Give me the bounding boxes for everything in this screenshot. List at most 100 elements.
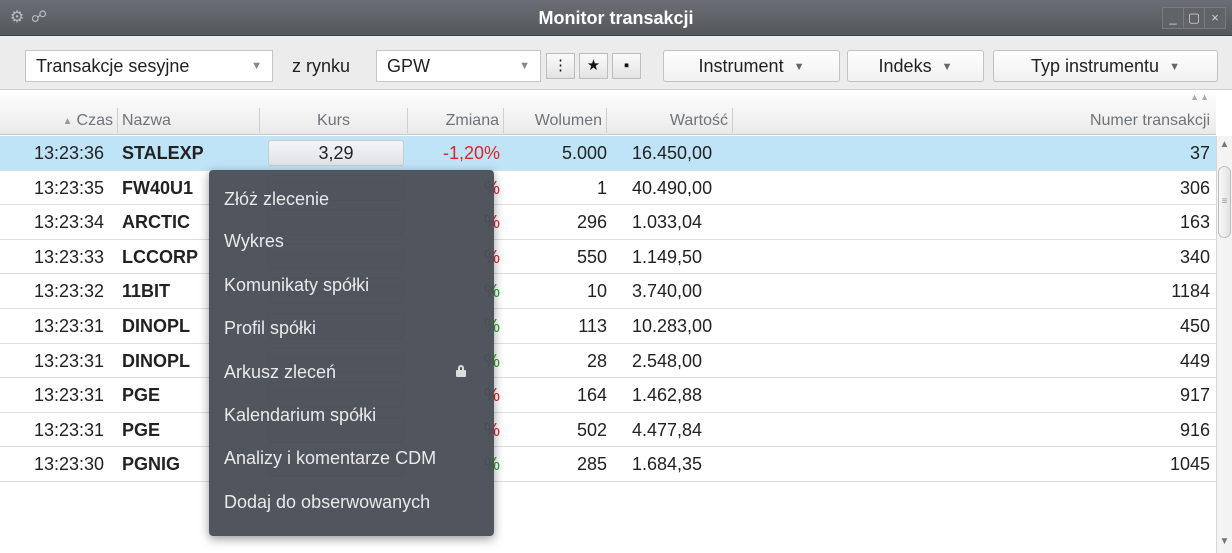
change-cell: -1,20% bbox=[442, 143, 500, 163]
window-controls: _ ▢ × bbox=[1162, 7, 1226, 29]
value-cell: 1.684,35 bbox=[632, 454, 703, 475]
close-button[interactable]: × bbox=[1204, 7, 1226, 29]
context-menu-item[interactable]: Arkusz zleceń bbox=[224, 359, 484, 385]
column-header-numer[interactable]: Numer transakcji bbox=[733, 108, 1214, 133]
time-cell: 13:23:31 bbox=[34, 315, 105, 336]
table-row[interactable]: 13:23:30PGNIG%2851.684,351045 bbox=[0, 447, 1216, 482]
market-select[interactable]: GPW ▼ bbox=[376, 50, 541, 82]
value-cell: 10.283,00 bbox=[632, 315, 713, 336]
column-header-czas[interactable]: ▲ Czas bbox=[0, 108, 118, 133]
transaction-number-cell: 1045 bbox=[1169, 454, 1210, 475]
table-row[interactable]: 13:23:34ARCTIC%2961.033,04163 bbox=[0, 205, 1216, 240]
chevron-down-icon: ▼ bbox=[251, 60, 262, 72]
minimize-button[interactable]: _ bbox=[1162, 7, 1184, 29]
table-row[interactable]: 13:23:33LCCORP%5501.149,50340 bbox=[0, 239, 1216, 275]
table-row[interactable]: 13:23:3211BIT%103.740,001184 bbox=[0, 274, 1216, 309]
column-header-kurs[interactable]: Kurs bbox=[260, 108, 408, 133]
scrollbar-thumb[interactable]: ≡ bbox=[1218, 166, 1231, 238]
name-cell: 11BIT bbox=[122, 281, 171, 302]
context-menu-item[interactable]: Złóż zlecenie bbox=[224, 186, 484, 212]
table-header: ▲ Czas Nazwa Kurs Zmiana Wolumen Wartość … bbox=[0, 91, 1216, 135]
scroll-up-icon[interactable]: ▲ bbox=[1217, 136, 1232, 154]
name-cell: LCCORP bbox=[122, 246, 198, 267]
volume-cell: 502 bbox=[576, 419, 607, 440]
time-cell: 13:23:34 bbox=[34, 212, 105, 233]
context-menu-item-label: Analizy i komentarze CDM bbox=[224, 448, 437, 468]
name-cell: PGE bbox=[122, 419, 161, 440]
maximize-button[interactable]: ▢ bbox=[1183, 7, 1205, 29]
table-row[interactable]: 13:23:36 STALEXP 3,29 -1,20% 5.000 16.450,00 3… bbox=[0, 136, 1216, 171]
type-filter-label: Typ instrumentu bbox=[1031, 56, 1160, 76]
context-menu-item-label: Kalendarium spółki bbox=[224, 405, 377, 425]
name-cell: PGNIG bbox=[122, 454, 181, 475]
transaction-number-cell: 340 bbox=[1179, 246, 1210, 267]
sort-ascending-icon: ▲ bbox=[62, 116, 73, 127]
column-header-nazwa[interactable]: Nazwa bbox=[118, 108, 260, 133]
toolbar: Transakcje sesyjne ▼ z rynku GPW ▼ ⋮ ★ ▪… bbox=[0, 36, 1232, 90]
time-cell: 13:23:33 bbox=[34, 246, 105, 267]
session-select[interactable]: Transakcje sesyjne ▼ bbox=[25, 50, 273, 82]
time-cell: 13:23:31 bbox=[34, 385, 105, 406]
table-row[interactable]: 13:23:31PGE%5024.477,84916 bbox=[0, 412, 1216, 448]
name-cell: FW40U1 bbox=[122, 177, 194, 198]
windows-icon[interactable]: ▪ bbox=[612, 53, 641, 79]
session-select-value: Transakcje sesyjne bbox=[36, 56, 190, 76]
column-header-wolumen[interactable]: Wolumen bbox=[504, 108, 607, 133]
context-menu-item[interactable]: Profil spółki bbox=[224, 315, 484, 341]
value-cell: 1.033,04 bbox=[632, 212, 703, 233]
context-menu-item[interactable]: Analizy i komentarze CDM bbox=[224, 445, 484, 471]
name-cell: ARCTIC bbox=[122, 212, 190, 233]
context-menu-item-label: Komunikaty spółki bbox=[224, 275, 370, 295]
star-icon[interactable]: ★ bbox=[579, 53, 608, 79]
time-cell: 13:23:35 bbox=[34, 177, 105, 198]
transaction-number-cell: 917 bbox=[1179, 385, 1210, 406]
vertical-scrollbar[interactable]: ▲ ≡ ▼ bbox=[1216, 136, 1232, 553]
volume-cell: 113 bbox=[578, 315, 607, 336]
more-vertical-icon[interactable]: ⋮ bbox=[546, 53, 575, 79]
table-row[interactable]: 13:23:31DINOPL%11310.283,00450 bbox=[0, 308, 1216, 344]
name-cell: PGE bbox=[122, 385, 161, 406]
volume-cell: 1 bbox=[596, 177, 607, 198]
value-cell: 2.548,00 bbox=[632, 350, 703, 371]
context-menu-item-label: Złóż zlecenie bbox=[224, 189, 330, 209]
chevron-down-icon: ▼ bbox=[941, 61, 953, 73]
column-header-wartosc[interactable]: Wartość bbox=[607, 108, 733, 133]
column-header-zmiana[interactable]: Zmiana bbox=[408, 108, 504, 133]
table-row[interactable]: 13:23:31DINOPL%282.548,00449 bbox=[0, 343, 1216, 379]
instrument-filter-button[interactable]: Instrument ▼ bbox=[663, 50, 840, 82]
table-row[interactable]: 13:23:35FW40U1%140.490,00306 bbox=[0, 170, 1216, 206]
window-title: Monitor transakcji bbox=[538, 8, 694, 28]
value-cell: 40.490,00 bbox=[632, 177, 713, 198]
transaction-number-cell: 163 bbox=[1179, 212, 1210, 233]
volume-cell: 550 bbox=[576, 246, 607, 267]
index-filter-label: Indeks bbox=[878, 56, 932, 76]
index-filter-button[interactable]: Indeks ▼ bbox=[847, 50, 984, 82]
context-menu-item[interactable]: Kalendarium spółki bbox=[224, 402, 484, 428]
transactions-table: 13:23:36 STALEXP 3,29 -1,20% 5.000 16.450,00 3… bbox=[0, 136, 1216, 482]
value-cell: 3.740,00 bbox=[632, 281, 703, 302]
volume-cell: 164 bbox=[576, 385, 607, 406]
table-row[interactable]: 13:23:31PGE%1641.462,88917 bbox=[0, 378, 1216, 413]
name-cell: DINOPL bbox=[122, 315, 191, 336]
context-menu-item-label: Arkusz zleceń bbox=[224, 362, 337, 382]
chevron-down-icon: ▼ bbox=[519, 60, 530, 72]
name-cell: STALEXP bbox=[122, 143, 204, 163]
kurs-cell[interactable]: 3,29 bbox=[268, 140, 404, 166]
title-bar: ⚙ ☍ Monitor transakcji _ ▢ × bbox=[0, 0, 1232, 36]
transaction-number-cell: 449 bbox=[1179, 350, 1210, 371]
transaction-number-cell: 1184 bbox=[1171, 281, 1210, 302]
chevron-down-icon: ▼ bbox=[1169, 61, 1180, 73]
time-cell: 13:23:31 bbox=[34, 419, 105, 440]
context-menu-item[interactable]: Komunikaty spółki bbox=[224, 272, 484, 298]
context-menu-item[interactable]: Wykres bbox=[224, 228, 484, 254]
transaction-number-cell: 916 bbox=[1179, 419, 1210, 440]
value-cell: 1.462,88 bbox=[632, 385, 703, 406]
volume-cell: 296 bbox=[576, 212, 607, 233]
value-cell: 1.149,50 bbox=[632, 246, 703, 267]
scroll-down-icon[interactable]: ▼ bbox=[1217, 533, 1232, 551]
column-chooser-icon[interactable]: ▲▲ bbox=[1190, 92, 1210, 102]
volume-cell: 28 bbox=[586, 350, 607, 371]
context-menu-item[interactable]: Dodaj do obserwowanych bbox=[224, 489, 484, 515]
name-cell: DINOPL bbox=[122, 350, 191, 371]
type-filter-button[interactable]: Typ instrumentu ▼ bbox=[993, 50, 1218, 82]
